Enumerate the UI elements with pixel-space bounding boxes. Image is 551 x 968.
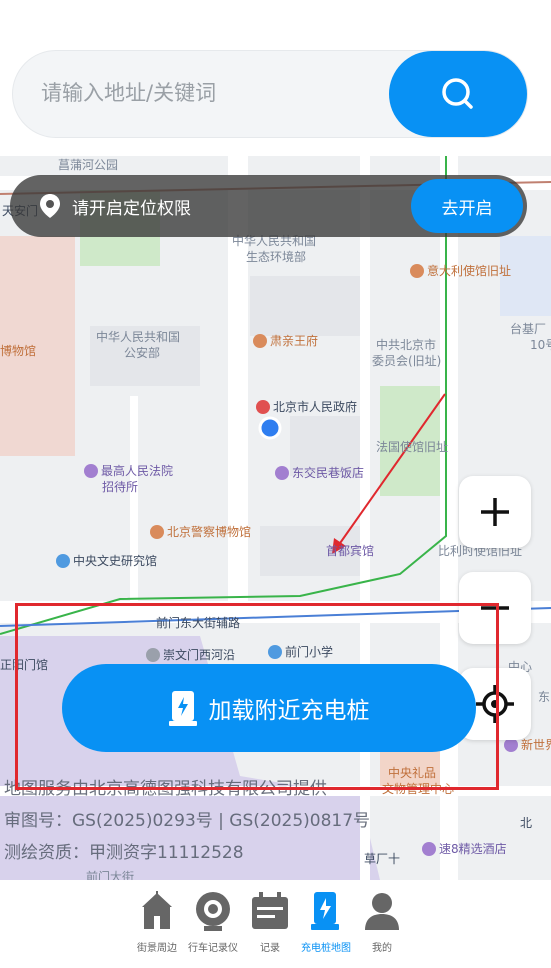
annotation-box [15, 603, 499, 790]
map-label: 中央文史研究馆 [56, 552, 157, 569]
map-label: 博物馆 [0, 344, 37, 358]
map-approval-number: 审图号：GS(2025)0293号 | GS(2025)0817号 [4, 811, 371, 831]
camera-icon [196, 892, 230, 931]
person-icon [365, 893, 399, 930]
search-button[interactable] [389, 51, 527, 137]
map-label: 草厂十 [364, 852, 401, 866]
map-label: 肃亲王府 [253, 332, 318, 349]
charger-icon [311, 892, 339, 930]
search-bar[interactable]: 请输入地址/关键词 [12, 50, 528, 138]
map-label: 东 [538, 690, 551, 704]
map-label: 台基厂 [510, 322, 547, 336]
map-label: 公安部 [124, 346, 161, 360]
map-label: 北 [520, 816, 533, 830]
nav-label: 街景周边 [137, 943, 177, 954]
nav-item-charger-map[interactable]: 充电桩地图 [296, 890, 356, 954]
bottom-nav: 街景周边 行车记录仪 记录 充电桩地图 我的 [0, 880, 551, 968]
map-label: 北京市人民政府 [256, 398, 357, 415]
map-label: 意大利使馆旧址 [410, 262, 511, 279]
zoom-in-button[interactable] [459, 476, 531, 548]
map-label: 中共北京市 [376, 338, 437, 352]
map-label: 前门大街 [86, 870, 135, 880]
map-label: 中华人民共和国 [96, 330, 181, 344]
nav-label: 记录 [260, 943, 280, 954]
search-input[interactable]: 请输入地址/关键词 [41, 77, 216, 107]
map-label: 东交民巷饭店 [275, 464, 364, 481]
map-label: 委员会(旧址) [372, 354, 442, 368]
nav-item-records[interactable]: 记录 [240, 890, 300, 954]
nav-label: 充电桩地图 [301, 943, 351, 954]
map-label: 10号 [530, 338, 551, 352]
surveying-qualification: 测绘资质：甲测资字11112528 [4, 843, 244, 863]
nav-item-street-view[interactable]: 街景周边 [127, 890, 187, 954]
map-label: 首都宾馆 [326, 544, 375, 558]
nav-item-mine[interactable]: 我的 [352, 890, 412, 954]
map-label: 北京警察博物馆 [150, 523, 251, 540]
map-label: 招待所 [102, 480, 139, 494]
permission-message: 请开启定位权限 [72, 199, 191, 219]
map-label: 生态环境部 [246, 250, 307, 264]
map-label: 法国使馆旧址 [376, 440, 449, 454]
map-label: 速8精选酒店 [422, 840, 507, 857]
plus-icon [481, 498, 509, 526]
building-icon [142, 891, 172, 929]
location-pin-icon [40, 194, 60, 218]
map-label: 菖蒲河公园 [58, 158, 119, 172]
search-icon [442, 78, 473, 109]
calendar-icon [252, 892, 288, 929]
map-label: 最高人民法院 [84, 462, 173, 479]
nav-label: 我的 [372, 943, 392, 954]
nav-label: 行车记录仪 [188, 943, 238, 954]
location-permission-banner: 请开启定位权限 去开启 [10, 175, 527, 237]
nav-item-dashcam[interactable]: 行车记录仪 [183, 890, 243, 954]
enable-location-button[interactable]: 去开启 [411, 179, 523, 233]
